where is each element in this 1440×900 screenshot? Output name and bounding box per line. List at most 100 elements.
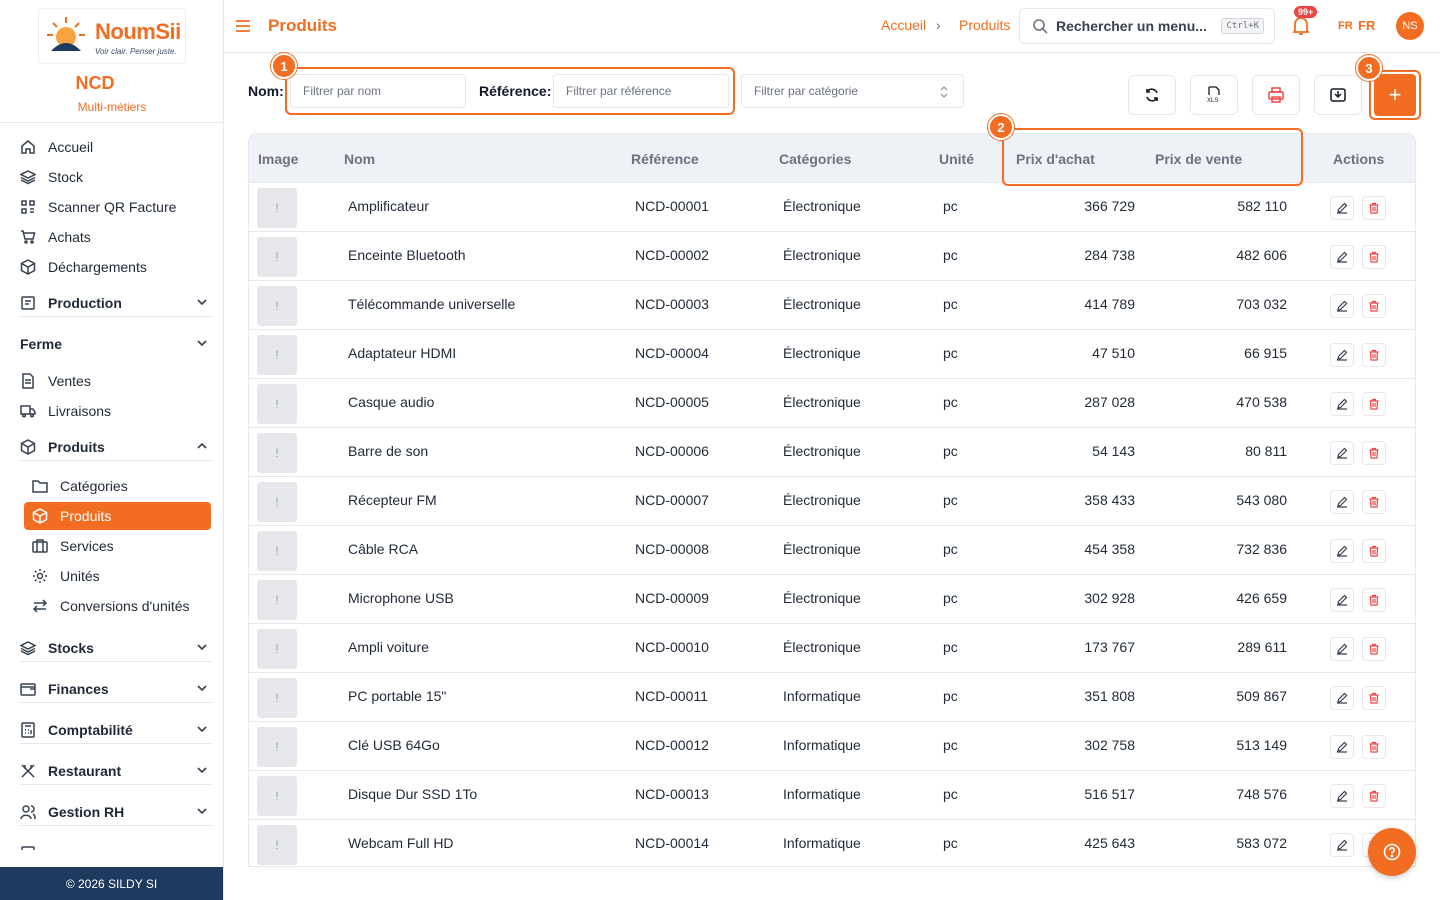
help-button[interactable] — [1368, 828, 1416, 876]
cell-category: Électronique — [783, 492, 861, 508]
cell-name: Enceinte Bluetooth — [348, 247, 466, 263]
sidebar-subitem-categories[interactable]: Catégories — [32, 473, 128, 499]
sidebar-item-livraisons[interactable]: Livraisons — [20, 398, 111, 424]
table-row[interactable]: ! PC portable 15" NCD-00011 Informatique pc 3… — [249, 673, 1415, 722]
sidebar-item-achats[interactable]: Achats — [20, 224, 91, 250]
sidebar-item-accueil[interactable]: Accueil — [20, 134, 93, 160]
edit-button[interactable] — [1330, 637, 1354, 661]
column-header-name[interactable]: Nom — [344, 151, 375, 167]
menu-icon[interactable] — [234, 17, 252, 35]
delete-button[interactable] — [1362, 784, 1386, 808]
column-header-image[interactable]: Image — [258, 151, 298, 167]
table-row[interactable]: ! Casque audio NCD-00005 Électronique pc 287 … — [249, 379, 1415, 428]
pencil-icon — [1337, 594, 1348, 606]
sidebar-item-dechargements[interactable]: Déchargements — [20, 254, 147, 280]
table-row[interactable]: ! Ampli voiture NCD-00010 Électronique pc 173… — [249, 624, 1415, 673]
sidebar-group-restaurant[interactable]: Restaurant — [20, 757, 212, 785]
sidebar-group-ferme[interactable]: Ferme — [20, 330, 212, 358]
delete-button[interactable] — [1362, 686, 1386, 710]
edit-button[interactable] — [1330, 686, 1354, 710]
logo[interactable]: NoumSii Voir clair. Penser juste. — [38, 8, 186, 64]
trash-icon — [1369, 398, 1379, 410]
edit-button[interactable] — [1330, 588, 1354, 612]
sidebar-item-ventes[interactable]: Ventes — [20, 368, 91, 394]
sidebar-subitem-produits[interactable]: Produits — [24, 502, 211, 530]
table-row[interactable]: ! Câble RCA NCD-00008 Électronique pc 454 358… — [249, 526, 1415, 575]
sidebar-group-comptabilite[interactable]: Comptabilité — [20, 716, 212, 744]
breadcrumb-home[interactable]: Accueil — [881, 17, 926, 33]
image-placeholder-mark: ! — [275, 446, 279, 460]
cell-purchase-price: 284 738 — [1084, 247, 1135, 263]
user-avatar[interactable]: NS — [1396, 12, 1424, 40]
sidebar-item-scanner[interactable]: Scanner QR Facture — [20, 194, 176, 220]
layers-icon — [20, 169, 36, 185]
sidebar-footer: © 2026 SILDY SI — [0, 867, 223, 900]
table-row[interactable]: ! Barre de son NCD-00006 Électronique pc 54 1… — [249, 428, 1415, 477]
sidebar-subitem-services[interactable]: Services — [32, 533, 114, 559]
sidebar-subitem-unites[interactable]: Unités — [32, 563, 100, 589]
delete-button[interactable] — [1362, 294, 1386, 318]
edit-button[interactable] — [1330, 784, 1354, 808]
edit-button[interactable] — [1330, 294, 1354, 318]
delete-button[interactable] — [1362, 490, 1386, 514]
add-product-button[interactable]: + — [1374, 74, 1416, 116]
edit-button[interactable] — [1330, 343, 1354, 367]
edit-button[interactable] — [1330, 245, 1354, 269]
category-filter-select[interactable]: Filtrer par catégorie — [741, 74, 964, 108]
column-header-unit[interactable]: Unité — [939, 151, 974, 167]
sidebar-group-finances[interactable]: Finances — [20, 675, 212, 703]
delete-button[interactable] — [1362, 196, 1386, 220]
sidebar-group-production[interactable]: Production — [20, 289, 212, 317]
edit-button[interactable] — [1330, 539, 1354, 563]
sidebar-subitem-conversions[interactable]: Conversions d'unités — [32, 593, 190, 619]
product-image-placeholder: ! — [257, 678, 297, 718]
delete-button[interactable] — [1362, 441, 1386, 465]
language-switcher[interactable]: FR — [1358, 18, 1375, 33]
table-row[interactable]: ! Télécommande universelle NCD-00003 Électr… — [249, 281, 1415, 330]
export-excel-button[interactable]: XLS — [1190, 75, 1238, 115]
edit-button[interactable] — [1330, 196, 1354, 220]
cell-purchase-price: 366 729 — [1084, 198, 1135, 214]
edit-button[interactable] — [1330, 490, 1354, 514]
table-row[interactable]: ! Webcam Full HD NCD-00014 Informatique pc 42… — [249, 820, 1415, 866]
table-row[interactable]: ! Clé USB 64Go NCD-00012 Informatique pc 302 … — [249, 722, 1415, 771]
table-row[interactable]: ! Récepteur FM NCD-00007 Électronique pc 358 … — [249, 477, 1415, 526]
edit-button[interactable] — [1330, 833, 1354, 857]
org-name: NCD — [75, 73, 115, 93]
cell-category: Électronique — [783, 639, 861, 655]
cell-sale-price: 543 080 — [1236, 492, 1287, 508]
wallet-icon — [20, 681, 36, 697]
delete-button[interactable] — [1362, 343, 1386, 367]
sidebar-group-label: Comptabilité — [48, 721, 133, 738]
cell-unit: pc — [943, 296, 958, 312]
column-header-category[interactable]: Catégories — [779, 151, 851, 167]
delete-button[interactable] — [1362, 735, 1386, 759]
sidebar-group-gestion-rh[interactable]: Gestion RH — [20, 798, 212, 826]
menu-search-input[interactable]: Rechercher un menu... Ctrl+K — [1019, 8, 1275, 44]
cell-sale-price: 703 032 — [1236, 296, 1287, 312]
table-row[interactable]: ! Disque Dur SSD 1To NCD-00013 Informatique… — [249, 771, 1415, 820]
edit-button[interactable] — [1330, 441, 1354, 465]
table-row[interactable]: ! Adaptateur HDMI NCD-00004 Électronique pc 4… — [249, 330, 1415, 379]
edit-button[interactable] — [1330, 392, 1354, 416]
refresh-button[interactable] — [1128, 75, 1176, 115]
delete-button[interactable] — [1362, 245, 1386, 269]
sidebar-group-cutoff[interactable] — [20, 839, 212, 850]
edit-button[interactable] — [1330, 735, 1354, 759]
table-row[interactable]: ! Enceinte Bluetooth NCD-00002 Électronique… — [249, 232, 1415, 281]
sidebar-group-produits[interactable]: Produits — [20, 433, 212, 461]
table-row[interactable]: ! Amplificateur NCD-00001 Électronique pc 366… — [249, 183, 1415, 232]
cell-unit: pc — [943, 541, 958, 557]
delete-button[interactable] — [1362, 539, 1386, 563]
delete-button[interactable] — [1362, 392, 1386, 416]
print-button[interactable] — [1252, 75, 1300, 115]
table-row[interactable]: ! Microphone USB NCD-00009 Électronique pc 30… — [249, 575, 1415, 624]
sidebar-group-stocks[interactable]: Stocks — [20, 634, 212, 662]
sidebar-item-stock[interactable]: Stock — [20, 164, 83, 190]
delete-button[interactable] — [1362, 588, 1386, 612]
cell-sale-price: 426 659 — [1236, 590, 1287, 606]
import-button[interactable] — [1314, 75, 1362, 115]
column-header-reference[interactable]: Référence — [631, 151, 699, 167]
cell-reference: NCD-00012 — [635, 737, 709, 753]
delete-button[interactable] — [1362, 637, 1386, 661]
